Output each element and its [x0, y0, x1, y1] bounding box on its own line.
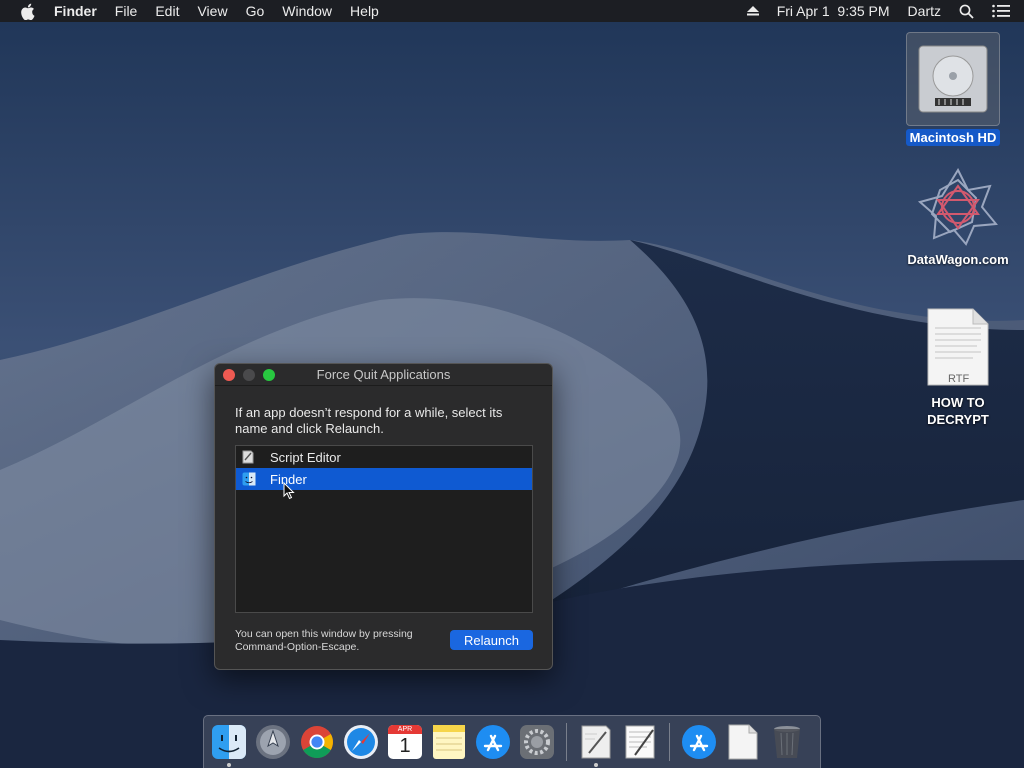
apple-logo-icon[interactable]	[20, 2, 36, 20]
dock-item-safari[interactable]	[342, 723, 380, 761]
calendar-icon: APR 1	[388, 725, 422, 759]
calendar-day: 1	[399, 735, 411, 757]
datawagon-logo-icon	[916, 167, 1000, 246]
dock-item-launchpad[interactable]	[254, 723, 292, 761]
dock-separator	[566, 723, 567, 761]
rtf-badge: RTF	[948, 373, 970, 385]
notification-list-icon[interactable]	[992, 4, 1010, 18]
dock: APR 1	[203, 715, 821, 768]
desktop-icon-macintosh-hd[interactable]: Macintosh HD	[904, 32, 1002, 146]
desktop-icon-label: DataWagon.com	[907, 252, 1009, 267]
hard-drive-icon	[906, 32, 1000, 126]
close-button[interactable]	[223, 369, 235, 381]
menubar-user[interactable]: Dartz	[908, 3, 941, 19]
dock-separator	[669, 723, 670, 761]
dock-item-trash[interactable]	[768, 723, 806, 761]
dock-item-app-store[interactable]	[474, 723, 512, 761]
eject-icon[interactable]	[746, 6, 759, 16]
menu-help[interactable]: Help	[350, 0, 379, 22]
menu-edit[interactable]: Edit	[155, 0, 179, 22]
window-titlebar[interactable]: Force Quit Applications	[215, 364, 552, 386]
menu-bar: Finder File Edit View Go Window Help Fri…	[0, 0, 1024, 22]
safari-icon	[344, 725, 378, 759]
menu-window[interactable]: Window	[282, 0, 332, 22]
rtf-document-icon	[728, 724, 758, 760]
dock-item-chrome[interactable]	[298, 723, 336, 761]
dock-item-downloads[interactable]	[680, 723, 718, 761]
force-quit-window: Force Quit Applications If an app doesn’…	[214, 363, 553, 670]
script-editor-icon	[581, 725, 611, 759]
app-row-script-editor[interactable]: Script Editor	[236, 446, 532, 468]
mouse-cursor-icon	[283, 481, 295, 505]
trash-icon	[774, 726, 800, 758]
app-list[interactable]: Script Editor Finder	[235, 445, 533, 613]
script-editor-icon	[242, 450, 256, 464]
minimize-button	[243, 369, 255, 381]
shortcut-hint-text: You can open this window by pressing Com…	[235, 628, 413, 653]
search-icon[interactable]	[959, 4, 974, 19]
finder-icon	[212, 725, 246, 759]
instructions-text: If an app doesn’t respond for a while, s…	[235, 405, 503, 436]
menu-file[interactable]: File	[115, 0, 138, 22]
dock-item-notes[interactable]	[430, 723, 468, 761]
menu-go[interactable]: Go	[246, 0, 265, 22]
dock-item-textedit[interactable]	[621, 723, 659, 761]
relaunch-button[interactable]: Relaunch	[450, 630, 533, 650]
textedit-icon	[625, 725, 655, 759]
desktop-icon-how-to-decrypt[interactable]: RTF HOW TO DECRYPT	[906, 308, 1010, 428]
launchpad-icon	[256, 725, 290, 759]
calendar-month: APR	[388, 725, 422, 734]
running-indicator	[227, 763, 231, 767]
dock-item-finder[interactable]	[210, 723, 248, 767]
running-indicator	[594, 763, 598, 767]
dock-item-rtf-document[interactable]	[724, 723, 762, 761]
desktop-icon-label: Macintosh HD	[905, 129, 1001, 146]
notes-icon	[433, 725, 465, 759]
desktop-icon-datawagon[interactable]: DataWagon.com	[900, 167, 1016, 267]
downloads-app-store-icon	[682, 725, 716, 759]
app-row-finder[interactable]: Finder	[236, 468, 532, 490]
menu-view[interactable]: View	[197, 0, 227, 22]
finder-icon	[242, 472, 256, 486]
dock-item-system-preferences[interactable]	[518, 723, 556, 761]
chrome-icon	[301, 726, 333, 758]
desktop-icon-label: HOW TO DECRYPT	[927, 395, 989, 427]
zoom-button[interactable]	[263, 369, 275, 381]
dock-item-calendar[interactable]: APR 1	[386, 723, 424, 761]
system-preferences-icon	[520, 725, 554, 759]
menu-finder[interactable]: Finder	[54, 0, 97, 22]
menubar-clock[interactable]: Fri Apr 1 9:35 PM	[777, 3, 890, 19]
app-name: Script Editor	[270, 449, 341, 465]
dock-item-script-editor[interactable]	[577, 723, 615, 767]
app-store-icon	[476, 725, 510, 759]
